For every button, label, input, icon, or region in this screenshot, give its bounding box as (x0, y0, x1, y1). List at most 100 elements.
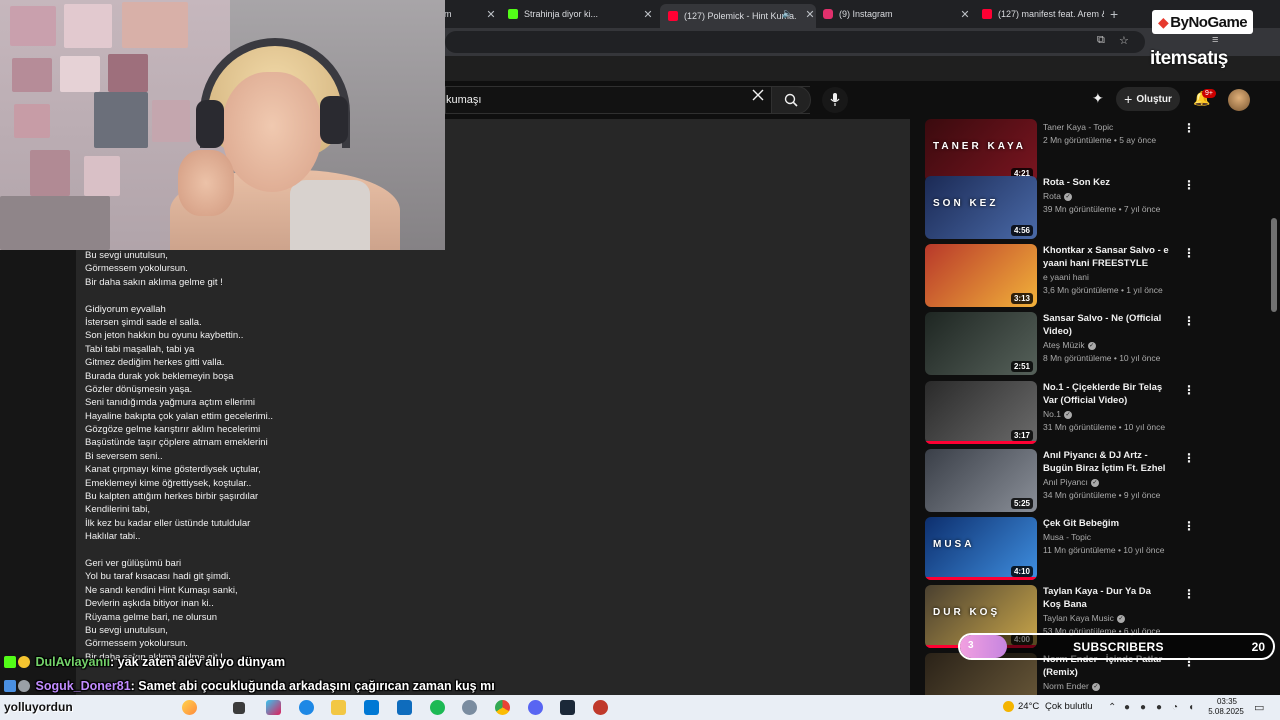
lyric-line: Gidiyorum eyvallah (85, 303, 166, 315)
edge-icon[interactable] (299, 700, 314, 715)
sparkle-icon[interactable]: ✦ (1092, 90, 1104, 107)
store-icon[interactable] (364, 700, 379, 715)
chat-badge-icon (4, 680, 16, 692)
search-input[interactable]: kumaşı (446, 94, 481, 106)
task-view-icon[interactable] (233, 702, 245, 714)
video-thumbnail[interactable]: 3:13 (925, 244, 1037, 307)
channel-name[interactable]: Musa - Topic (1043, 532, 1091, 542)
recommended-video[interactable]: TANER KAYA 4:21 Taner Kaya - Topic 2 Mn gör… (924, 119, 1274, 183)
channel-name[interactable]: Ateş Müzik ✓ (1043, 340, 1096, 350)
taskbar-search[interactable]: yolluyordun (4, 700, 73, 714)
weather-description[interactable]: Çok bulutlu (1045, 701, 1093, 712)
channel-name[interactable]: e yaani hani (1043, 272, 1089, 282)
scrollbar-thumb[interactable] (1271, 218, 1277, 312)
more-options-icon[interactable]: ⋮ (1183, 246, 1195, 260)
browser-tab-3-active[interactable]: (127) Polemick - Hint Kuma... 🔈 ✕ (660, 4, 816, 28)
wall-poster (14, 104, 50, 138)
channel-name[interactable]: Rota ✓ (1043, 191, 1072, 201)
chrome-icon[interactable] (495, 700, 510, 715)
lyric-line: Gözler dönüşmesin yaşa. (85, 383, 193, 395)
copilot-icon[interactable] (266, 700, 281, 715)
clock-date[interactable]: 5.08.2025 (1204, 707, 1248, 716)
more-options-icon[interactable]: ⋮ (1183, 178, 1195, 192)
avatar[interactable] (1228, 89, 1250, 111)
microphone-icon[interactable]: ● (1156, 702, 1162, 713)
browser-tab-2[interactable]: Strahinja diyor ki... ✕ (508, 4, 654, 24)
more-options-icon[interactable]: ⋮ (1183, 121, 1195, 135)
video-title[interactable]: Khontkar x Sansar Salvo - e yaani hani F… (1043, 244, 1171, 270)
voice-search-button[interactable] (822, 87, 848, 113)
volume-icon[interactable]: ◖ (1188, 702, 1194, 713)
video-thumbnail[interactable]: TANER KAYA 4:21 (925, 119, 1037, 182)
divider (910, 119, 924, 695)
recommended-video[interactable]: 2:51 Sansar Salvo - Ne (Official Video) At… (924, 312, 1274, 376)
video-duration: 5:25 (1010, 498, 1033, 509)
menu-icon[interactable]: ≡ (1212, 34, 1218, 46)
more-options-icon[interactable]: ⋮ (1183, 314, 1195, 328)
recommended-video[interactable]: MUSA 4:10 Çek Git Bebeğim Musa - Topic 11 Mn… (924, 517, 1274, 581)
speaker-icon[interactable]: 🔈 (782, 8, 793, 19)
discord-icon[interactable] (528, 700, 543, 715)
new-tab-button[interactable]: + (1110, 6, 1118, 22)
video-thumbnail[interactable]: 5:25 (925, 449, 1037, 512)
close-icon[interactable]: ✕ (959, 8, 971, 21)
close-icon[interactable]: ✕ (804, 8, 816, 21)
channel-name[interactable]: No.1 ✓ (1043, 409, 1072, 419)
more-options-icon[interactable]: ⋮ (1183, 451, 1195, 465)
spotify-icon[interactable] (430, 700, 445, 715)
channel-name[interactable]: Taner Kaya - Topic (1043, 122, 1113, 132)
tray-app-icon[interactable]: ● (1140, 702, 1146, 713)
video-thumbnail[interactable]: 2:51 (925, 312, 1037, 375)
more-options-icon[interactable]: ⋮ (1183, 519, 1195, 533)
clear-search-icon[interactable] (752, 89, 764, 101)
wall-poster (12, 58, 52, 92)
recommended-video[interactable]: 3:17 No.1 - Çiçeklerde Bir Telaş Var (Off… (924, 381, 1274, 445)
copilot-sparkle-icon[interactable] (182, 700, 197, 715)
bookmark-star-icon[interactable]: ☆ (1119, 34, 1129, 47)
tray-app-icon[interactable]: ● (1124, 702, 1130, 713)
webcam-overlay (0, 0, 445, 250)
channel-name[interactable]: Taylan Kaya Music ✓ (1043, 613, 1125, 623)
wifi-icon[interactable]: ◔ (1172, 702, 1178, 713)
search-icon (784, 93, 798, 107)
more-options-icon[interactable]: ⋮ (1183, 587, 1195, 601)
more-options-icon[interactable]: ⋮ (1183, 383, 1195, 397)
video-title[interactable]: Taylan Kaya - Dur Ya Da Koş Bana (1043, 585, 1171, 611)
settings-gear-icon[interactable] (462, 700, 477, 715)
tab-title: (9) Instagram (839, 9, 893, 19)
video-thumbnail[interactable]: SON KEZ 4:56 (925, 176, 1037, 239)
video-title[interactable]: Anıl Piyancı & DJ Artz - Bugün Biraz İçt… (1043, 449, 1171, 475)
obs-icon[interactable] (593, 700, 608, 715)
recommended-video[interactable]: 5:25 Anıl Piyancı & DJ Artz - Bugün Biraz… (924, 449, 1274, 513)
video-title[interactable]: No.1 - Çiçeklerde Bir Telaş Var (Officia… (1043, 381, 1171, 407)
chevron-up-icon[interactable]: ⌃ (1108, 702, 1116, 713)
steam-icon[interactable] (560, 700, 575, 715)
recommended-video[interactable]: 3:13 Khontkar x Sansar Salvo - e yaani ha… (924, 244, 1274, 308)
notifications-badge: 9+ (1202, 89, 1216, 98)
close-icon[interactable]: ✕ (642, 8, 654, 21)
recommended-video[interactable]: SON KEZ 4:56 Rota - Son Kez Rota ✓ 39 Mn görü… (924, 176, 1274, 240)
weather-temperature[interactable]: 24°C (1018, 701, 1039, 712)
clock-time[interactable]: 03:35 (1207, 697, 1247, 706)
browser-tab-4[interactable]: (9) Instagram ✕ (823, 4, 971, 24)
notification-center-icon[interactable]: ▭ (1254, 701, 1264, 714)
create-button[interactable]: + Oluştur (1116, 87, 1180, 111)
lyric-line: Hayaline bakıpta çok yalan ettim geceler… (85, 410, 273, 422)
video-title[interactable]: Çek Git Bebeğim (1043, 517, 1171, 530)
browser-tab-1[interactable]: im ✕ (442, 4, 497, 24)
video-duration: 4:10 (1010, 566, 1033, 577)
video-thumbnail[interactable]: MUSA 4:10 (925, 517, 1037, 580)
video-title[interactable]: Sansar Salvo - Ne (Official Video) (1043, 312, 1171, 338)
browser-tab-5[interactable]: (127) manifest feat. Arem & Ac... (982, 4, 1104, 24)
search-button[interactable] (771, 86, 811, 114)
channel-name[interactable]: Anıl Piyancı ✓ (1043, 477, 1099, 487)
install-icon[interactable]: ⧉ (1097, 34, 1105, 47)
address-bar[interactable] (445, 31, 1145, 53)
video-title[interactable]: Rota - Son Kez (1043, 176, 1171, 189)
channel-name[interactable]: Norm Ender ✓ (1043, 681, 1100, 691)
close-icon[interactable]: ✕ (485, 8, 497, 21)
lyric-line: Başüstünde taşır çöplere atmam emeklerin… (85, 437, 268, 449)
file-explorer-icon[interactable] (331, 700, 346, 715)
outlook-icon[interactable] (397, 700, 412, 715)
video-thumbnail[interactable]: 3:17 (925, 381, 1037, 444)
